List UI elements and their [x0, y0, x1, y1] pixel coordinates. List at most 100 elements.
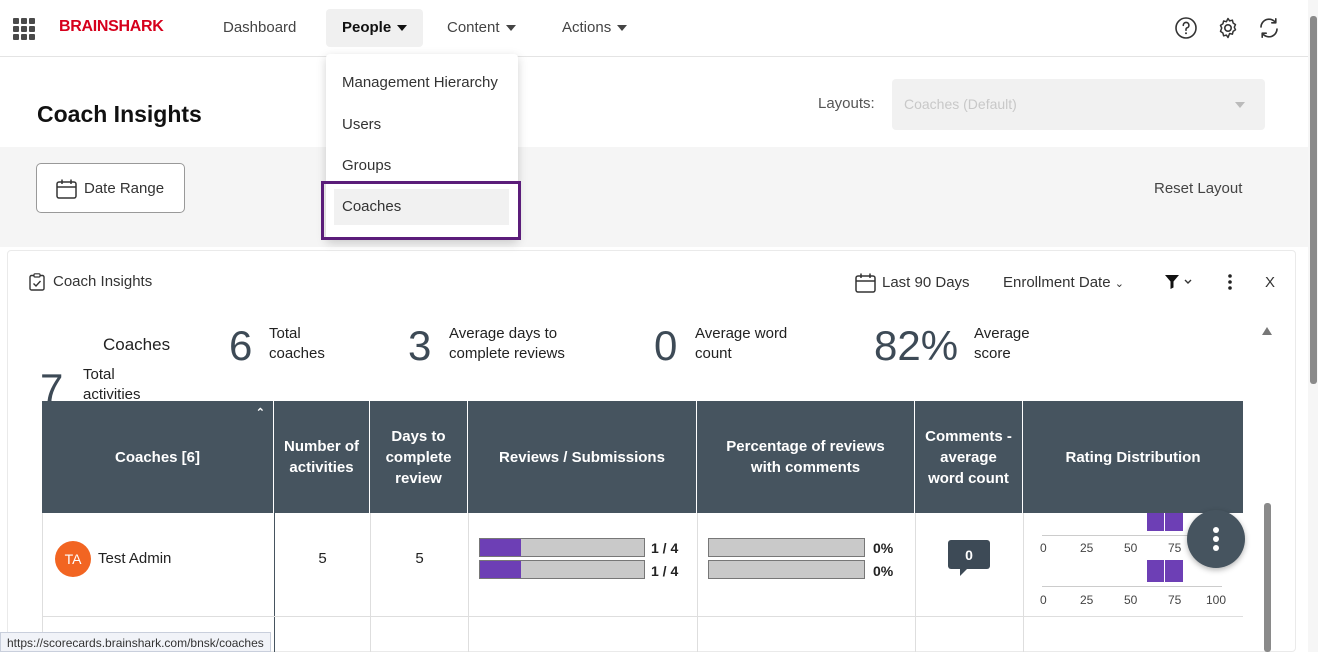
cell-pct-comments: [698, 617, 916, 652]
table-header: Coaches [6] ⌃ Number of activities Days …: [42, 401, 1243, 513]
help-icon[interactable]: [1174, 16, 1198, 40]
sort-up-icon[interactable]: ⌃: [256, 403, 265, 424]
avg-days-label: Average days to complete reviews: [449, 324, 565, 364]
rating-axis-line: [1042, 586, 1222, 587]
cell-comments-avg: [916, 617, 1024, 652]
pct-comments-bar-2: [708, 560, 865, 579]
nav-content[interactable]: Content: [431, 9, 532, 47]
more-options-icon[interactable]: [1222, 272, 1238, 292]
rating-axis-tick: 25: [1080, 593, 1094, 607]
col-header-comments-avg[interactable]: Comments - average word count: [915, 401, 1023, 513]
coach-name[interactable]: Test Admin: [98, 550, 171, 567]
rating-bar: [1165, 560, 1183, 582]
cell-coach: TA Test Admin: [42, 513, 275, 616]
page-title: Coach Insights: [37, 101, 202, 127]
reviews-bar-2: [479, 560, 645, 579]
nav-people[interactable]: People: [326, 9, 424, 47]
avg-words-label: Average word count: [695, 324, 787, 364]
filter-icon[interactable]: [1164, 274, 1194, 290]
pct-comments-bar-1: [708, 538, 865, 557]
floating-actions-button[interactable]: [1187, 510, 1245, 568]
rating-axis-tick: 75: [1168, 593, 1182, 607]
rating-axis-tick: 0: [1040, 593, 1047, 607]
col-header-coaches[interactable]: Coaches [6] ⌃: [42, 401, 274, 513]
menu-item-users[interactable]: Users: [342, 116, 381, 133]
cell-activities: [275, 617, 371, 652]
avatar: TA: [55, 541, 91, 577]
rating-bar: [1165, 513, 1183, 531]
date-field-label: Enrollment Date: [1003, 274, 1111, 291]
avg-score-value: 82%: [874, 322, 959, 369]
date-range-label: Date Range: [84, 180, 165, 197]
top-navigation: BRAINSHARK Dashboard People Content Acti…: [0, 0, 1308, 57]
toolbar-band: [0, 147, 1308, 247]
cell-reviews: 1 / 4 1 / 4: [469, 513, 698, 616]
activities-value: 5: [318, 550, 327, 567]
total-coaches-value: 6: [229, 322, 253, 369]
avg-score-label-line1: Average: [974, 325, 1030, 342]
reviews-bar-1-label: 1 / 4: [651, 540, 679, 556]
cell-days: 5: [371, 513, 469, 616]
avg-days-value: 3: [408, 322, 432, 369]
reviews-bar-1-fill: [480, 539, 521, 556]
highlight-outline: [321, 181, 521, 240]
avg-score-label: Average score: [974, 324, 1030, 364]
nav-dashboard[interactable]: Dashboard: [207, 9, 312, 47]
card-title: Coach Insights: [53, 273, 153, 290]
scroll-up-arrow-icon[interactable]: [1262, 327, 1272, 335]
nav-people-label: People: [342, 19, 392, 36]
layouts-select-value: Coaches (Default): [904, 96, 1017, 112]
rating-axis-tick: 75: [1168, 541, 1182, 555]
col-header-days[interactable]: Days to complete review: [370, 401, 468, 513]
status-bar-url: https://scorecards.brainshark.com/bnsk/c…: [0, 632, 271, 652]
period-selector[interactable]: Last 90 Days: [882, 274, 970, 291]
days-value: 5: [415, 550, 424, 567]
brand-logo[interactable]: BRAINSHARK: [59, 18, 164, 36]
comment-count-badge[interactable]: 0: [948, 540, 990, 576]
reviews-bar-2-fill: [480, 561, 521, 578]
avg-days-label-line1: Average days to: [449, 325, 558, 342]
reset-layout-button[interactable]: Reset Layout: [1154, 180, 1242, 197]
avg-score-label-line2: score: [974, 345, 1011, 362]
col-header-activities[interactable]: Number of activities: [274, 401, 370, 513]
nav-content-label: Content: [447, 19, 500, 36]
date-range-button[interactable]: Date Range: [36, 163, 185, 213]
close-card-button[interactable]: X: [1265, 274, 1275, 291]
page-scrollbar[interactable]: [1308, 0, 1318, 652]
rating-axis-tick: 100: [1206, 593, 1227, 607]
rating-axis-tick: 50: [1124, 593, 1138, 607]
caret-down-icon: [397, 25, 408, 32]
col-header-rating[interactable]: Rating Distribution: [1023, 401, 1243, 513]
sync-icon[interactable]: [1257, 16, 1281, 40]
pct-comments-bar-1-label: 0%: [873, 540, 894, 556]
col-header-coaches-label: Coaches [6]: [114, 448, 201, 466]
total-coaches-label: Total coaches: [269, 324, 325, 364]
calendar-icon: [855, 273, 876, 293]
layouts-select[interactable]: Coaches (Default): [892, 79, 1265, 130]
nav-actions[interactable]: Actions: [546, 9, 643, 47]
layouts-label: Layouts:: [818, 95, 875, 112]
col-header-reviews[interactable]: Reviews / Submissions: [468, 401, 697, 513]
nav-actions-label: Actions: [562, 19, 612, 36]
cell-comments-avg: 0: [916, 513, 1024, 616]
inner-scrollbar-thumb[interactable]: [1264, 503, 1271, 652]
settings-gear-icon[interactable]: [1216, 16, 1240, 40]
caret-down-icon: [617, 25, 628, 32]
chevron-down-icon: [1235, 102, 1245, 108]
avg-words-value: 0: [654, 322, 678, 369]
total-activities-label-line1: Total: [83, 366, 115, 383]
rating-bar: [1147, 513, 1164, 531]
menu-item-management-hierarchy[interactable]: Management Hierarchy: [342, 74, 498, 91]
caret-down-icon: [505, 25, 516, 32]
coaches-stat-label: Coaches: [103, 335, 171, 354]
table-row: TA Test Admin 5 5 1 / 4 1 / 4 0% 0% 0 0 …: [42, 513, 1243, 617]
calendar-icon: [56, 179, 77, 199]
page-scrollbar-thumb[interactable]: [1310, 16, 1317, 384]
app-launcher-icon[interactable]: [13, 18, 35, 40]
rating-bar: [1147, 560, 1164, 582]
reviews-bar-1: [479, 538, 645, 557]
col-header-pct-comments[interactable]: Percentage of reviews with comments: [697, 401, 915, 513]
date-field-selector[interactable]: Enrollment Date ⌄: [1003, 274, 1124, 291]
menu-item-groups[interactable]: Groups: [342, 157, 391, 174]
cell-reviews: [469, 617, 698, 652]
